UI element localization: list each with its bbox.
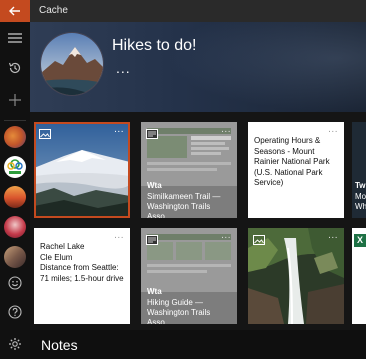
card-more-button[interactable]: ... (114, 124, 124, 135)
collection-thumb-4[interactable] (4, 216, 26, 238)
plus-icon (9, 94, 21, 106)
hamburger-icon (8, 33, 22, 43)
collection-thumb-1[interactable] (4, 126, 26, 148)
card-caption: Hiking Guide — Washington Trails Asso... (147, 298, 211, 324)
menu-button[interactable] (0, 26, 30, 50)
smiley-icon (8, 276, 22, 290)
card-site-name: Wta (147, 287, 162, 296)
card-more-button[interactable]: ... (328, 230, 338, 241)
image-type-icon (39, 126, 51, 144)
settings-button[interactable] (0, 332, 30, 356)
card-more-button[interactable]: ... (221, 124, 231, 135)
history-button[interactable] (0, 56, 30, 80)
card-rainier-hours[interactable]: ... Operating Hours & Seasons - Mount Ra… (248, 122, 344, 218)
emoji-button[interactable] (0, 271, 30, 295)
left-rail (0, 22, 30, 359)
collection-avatar[interactable] (40, 32, 104, 96)
card-partial-top[interactable]: Tw Mo Wh (352, 122, 366, 218)
webpage-type-icon (146, 232, 158, 250)
header-background (166, 22, 366, 112)
mountain-avatar-image (41, 33, 103, 95)
card-text: Rachel Lake Cle Elum Distance from Seatt… (40, 242, 124, 283)
card-more-button[interactable]: ... (114, 230, 124, 241)
collection-more-button[interactable]: ... (116, 60, 131, 76)
card-rainier-photo[interactable]: ... (34, 122, 130, 218)
card-site-name: Tw (355, 181, 366, 190)
collection-title: Hikes to do! (112, 37, 197, 54)
card-partial-excel[interactable]: X (352, 228, 366, 324)
card-site-name: Wta (147, 181, 162, 190)
app-title: Cache (39, 5, 68, 16)
excel-icon: X (354, 234, 366, 247)
card-rachel-lake[interactable]: ... Rachel Lake Cle Elum Distance from S… (34, 228, 130, 324)
card-waterfall-photo[interactable]: ... (248, 228, 344, 324)
card-similkameen-trail[interactable]: ... Wta Similkameen Trail — Washington T… (141, 122, 237, 218)
gear-icon (9, 338, 21, 350)
help-button[interactable] (0, 300, 30, 324)
add-button[interactable] (0, 88, 30, 112)
card-hiking-guide[interactable]: ... Wta Hiking Guide — Washington Trails… (141, 228, 237, 324)
rio-logo-icon (7, 159, 23, 174)
rail-divider (4, 120, 26, 121)
image-type-icon (253, 232, 265, 250)
title-bar: Cache (0, 0, 366, 22)
history-icon (8, 62, 21, 74)
collection-thumb-rio[interactable] (4, 156, 26, 178)
help-icon (8, 305, 22, 319)
collection-thumb-5[interactable] (4, 246, 26, 268)
card-caption: Similkameen Trail — Washington Trails As… (147, 192, 221, 218)
notes-label: Notes (41, 337, 78, 353)
card-text: Operating Hours & Seasons - Mount Rainie… (254, 136, 330, 187)
collection-thumb-3[interactable] (4, 186, 26, 208)
back-arrow-icon (9, 6, 20, 16)
collection-header: Hikes to do! ... (30, 22, 366, 112)
back-button[interactable] (0, 0, 30, 22)
card-caption: Mo Wh (355, 192, 366, 211)
webpage-type-icon (146, 126, 158, 144)
card-more-button[interactable]: ... (221, 230, 231, 241)
notes-bar[interactable]: Notes (30, 330, 366, 359)
card-grid: ... ... Wta Similkameen Trail — Washingt… (30, 112, 366, 330)
card-more-button[interactable]: ... (328, 124, 338, 135)
